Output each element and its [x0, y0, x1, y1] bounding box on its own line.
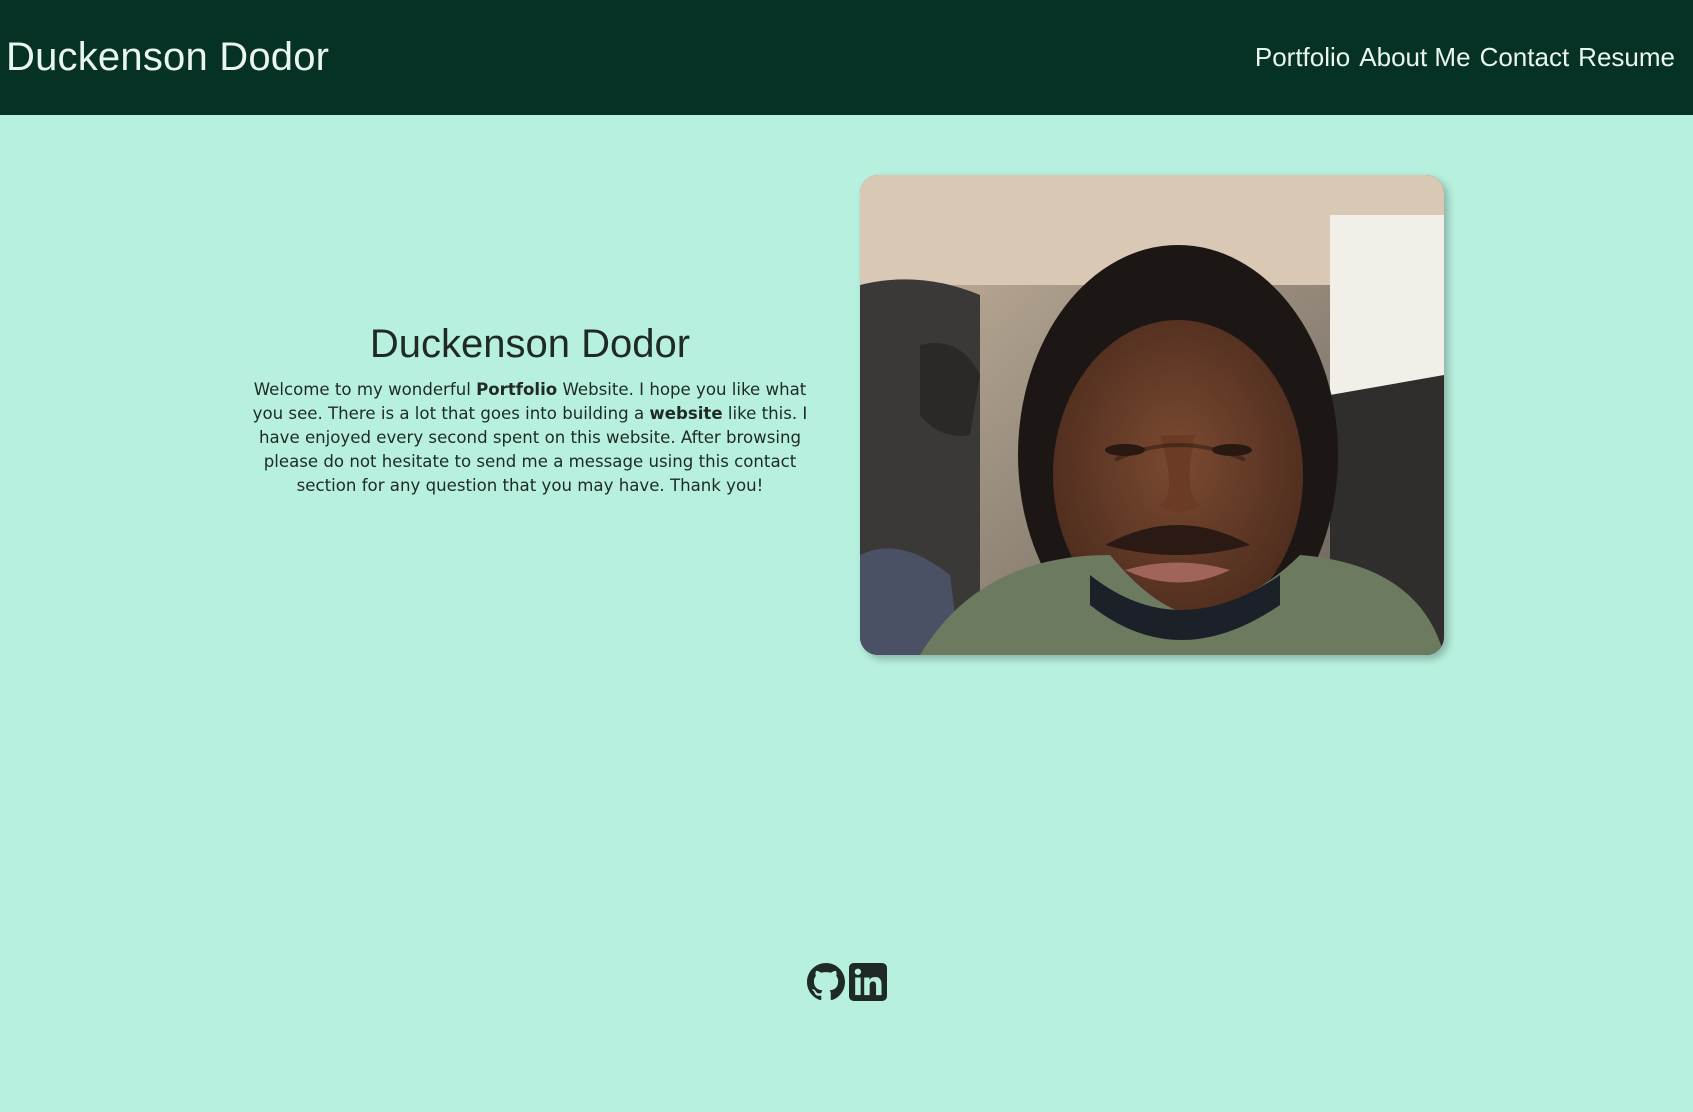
social-links [807, 963, 887, 1001]
intro-bold-portfolio: Portfolio [476, 380, 558, 399]
profile-photo [860, 175, 1444, 655]
top-navbar: Duckenson Dodor Portfolio About Me Conta… [0, 0, 1693, 115]
intro-section: Duckenson Dodor Welcome to my wonderful … [250, 320, 810, 498]
linkedin-icon [849, 963, 887, 1001]
github-link[interactable] [807, 963, 845, 1001]
nav-portfolio[interactable]: Portfolio [1255, 40, 1350, 74]
nav-contact[interactable]: Contact [1480, 40, 1570, 74]
site-brand[interactable]: Duckenson Dodor [6, 33, 329, 81]
intro-bold-website: website [649, 404, 723, 423]
intro-text-1: Welcome to my wonderful [253, 380, 477, 399]
profile-photo-illustration [860, 175, 1444, 655]
intro-paragraph: Welcome to my wonderful Portfolio Websit… [250, 378, 810, 498]
main-nav: Portfolio About Me Contact Resume [1255, 40, 1675, 74]
nav-about-me[interactable]: About Me [1359, 40, 1470, 74]
linkedin-link[interactable] [849, 963, 887, 1001]
nav-resume[interactable]: Resume [1578, 40, 1675, 74]
github-icon [807, 963, 845, 1001]
intro-title: Duckenson Dodor [369, 322, 691, 366]
